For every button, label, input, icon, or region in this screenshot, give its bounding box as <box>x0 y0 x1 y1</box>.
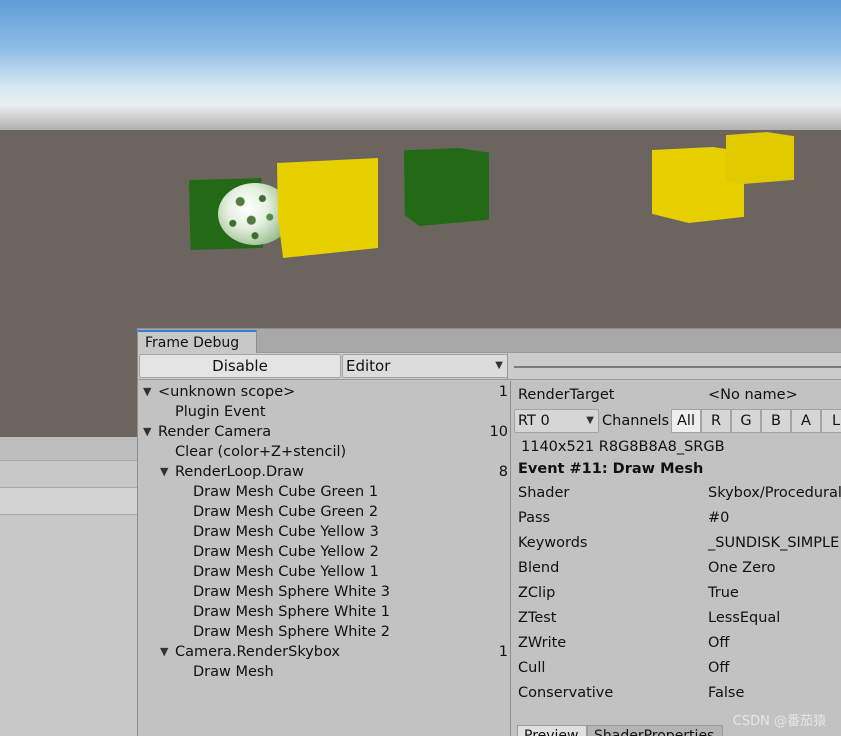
render-target-format: 1140x521 R8G8B8A8_SRGB <box>521 439 725 455</box>
channel-all-button[interactable]: All <box>671 409 701 433</box>
frame-debug-toolbar: Disable Editor ▼ <box>138 353 841 380</box>
render-target-bar: RT 0 ▼ Channels All R G B A L <box>513 408 841 434</box>
channels-label: Channels <box>602 413 670 429</box>
tree-row[interactable]: Draw Mesh Cube Green 1 <box>138 482 511 502</box>
triangle-down-icon[interactable]: ▼ <box>160 462 172 482</box>
triangle-down-icon[interactable]: ▼ <box>143 422 155 442</box>
tab-bar: Frame Debug <box>138 329 841 354</box>
property-row: ZTest LessEqual <box>518 610 781 626</box>
target-dropdown[interactable]: Editor ▼ <box>342 354 508 378</box>
tree-row[interactable]: Draw Mesh Sphere White 3 <box>138 582 511 602</box>
tree-row[interactable]: ▼ <unknown scope> 1 <box>138 382 511 402</box>
cube-green-right <box>404 148 489 226</box>
property-row: ZWrite Off <box>518 635 730 651</box>
tree-row[interactable]: Draw Mesh Cube Green 2 <box>138 502 511 522</box>
tree-row[interactable]: Draw Mesh <box>138 662 511 682</box>
property-row: Pass #0 <box>518 510 730 526</box>
property-row: Cull Off <box>518 660 730 676</box>
tree-row[interactable]: ▼ Render Camera 10 <box>138 422 511 442</box>
event-tree: ▼ <unknown scope> 1 Plugin Event ▼ Rende… <box>138 381 511 736</box>
property-row: ZClip True <box>518 585 739 601</box>
event-slider[interactable] <box>514 366 841 368</box>
skybox <box>0 0 841 140</box>
background-editor-panel <box>0 437 138 736</box>
property-row: Blend One Zero <box>518 560 776 576</box>
property-row: Shader Skybox/Procedural <box>518 485 841 501</box>
frame-debug-window: Frame Debug Disable Editor ▼ ▼ <unknown … <box>137 328 841 736</box>
tab-frame-debug[interactable]: Frame Debug <box>138 330 257 354</box>
tree-row[interactable]: Clear (color+Z+stencil) <box>138 442 511 462</box>
chevron-down-icon: ▼ <box>495 360 503 371</box>
tab-preview[interactable]: Preview <box>517 725 587 736</box>
tree-row[interactable]: Draw Mesh Sphere White 1 <box>138 602 511 622</box>
target-dropdown-label: Editor <box>346 357 391 375</box>
channel-l-button[interactable]: L <box>821 409 841 433</box>
tree-row[interactable]: ▼ Camera.RenderSkybox 1 <box>138 642 511 662</box>
channel-r-button[interactable]: R <box>701 409 731 433</box>
channel-a-button[interactable]: A <box>791 409 821 433</box>
toolbar-divider <box>507 353 508 380</box>
chevron-down-icon: ▼ <box>586 415 594 426</box>
disable-button[interactable]: Disable <box>139 354 341 378</box>
tree-row[interactable]: Draw Mesh Cube Yellow 2 <box>138 542 511 562</box>
watermark: CSDN @番茄猿 <box>732 714 826 729</box>
event-detail-panel: RenderTarget <No name> RT 0 ▼ Channels A… <box>513 381 841 736</box>
channel-g-button[interactable]: G <box>731 409 761 433</box>
rt-dropdown-label: RT 0 <box>518 413 550 429</box>
tree-row[interactable]: Draw Mesh Cube Yellow 3 <box>138 522 511 542</box>
channel-b-button[interactable]: B <box>761 409 791 433</box>
rt-dropdown[interactable]: RT 0 ▼ <box>514 409 599 433</box>
render-target-value: <No name> <box>708 387 798 403</box>
cube-yellow-center <box>277 158 378 258</box>
tree-row[interactable]: Draw Mesh Cube Yellow 1 <box>138 562 511 582</box>
render-target-row: RenderTarget <No name> <box>518 384 841 406</box>
cube-yellow-right-back <box>726 132 794 184</box>
tree-row[interactable]: Draw Mesh Sphere White 2 <box>138 622 511 642</box>
tree-row[interactable]: ▼ RenderLoop.Draw 8 <box>138 462 511 482</box>
property-row: Conservative False <box>518 685 745 701</box>
triangle-down-icon[interactable]: ▼ <box>143 382 155 402</box>
tree-row[interactable]: Plugin Event <box>138 402 511 422</box>
property-row: Keywords _SUNDISK_SIMPLE <box>518 535 840 551</box>
tab-shader-properties[interactable]: ShaderProperties <box>587 725 723 736</box>
event-title: Event #11: Draw Mesh <box>518 461 704 477</box>
triangle-down-icon[interactable]: ▼ <box>160 642 172 662</box>
render-target-label: RenderTarget <box>518 387 615 403</box>
